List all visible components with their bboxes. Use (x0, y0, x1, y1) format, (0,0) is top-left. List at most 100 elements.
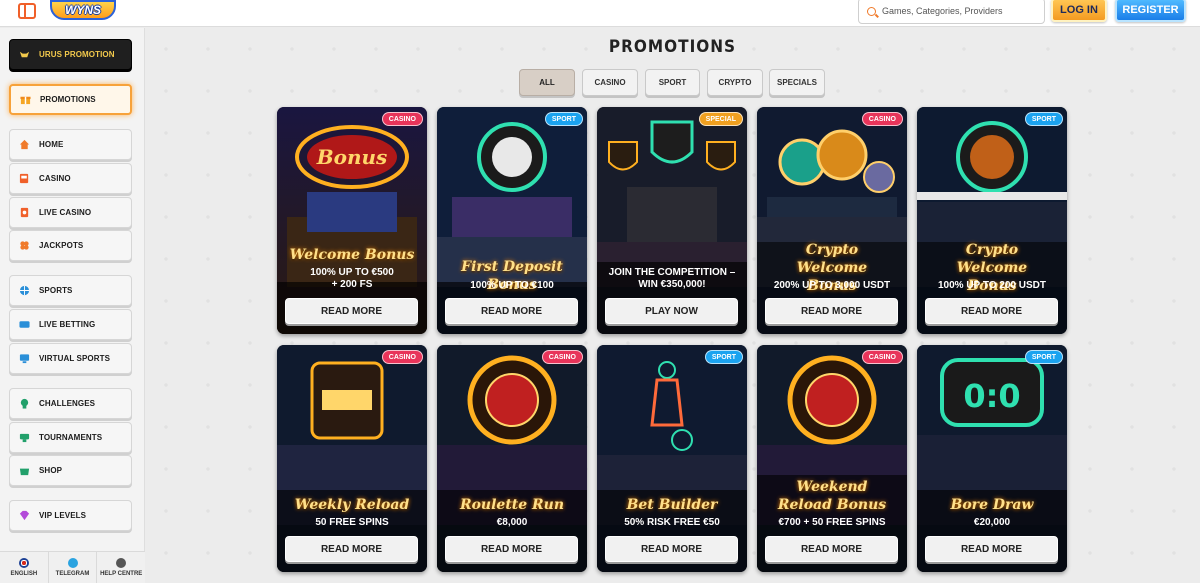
sidebar: URUS PROMOTION PROMOTIONS HOME CASINO LI… (0, 28, 145, 583)
telegram-button[interactable]: TELEGRAM (49, 552, 98, 583)
read-more-button[interactable]: READ MORE (445, 536, 578, 562)
sidebar-item-home[interactable]: HOME (9, 129, 132, 160)
logo-text: WYNS (65, 3, 101, 17)
card-subtitle: €8,000 (496, 517, 528, 528)
sidebar-item-label: CASINO (39, 174, 71, 183)
sidebar-item-promotions[interactable]: PROMOTIONS (9, 84, 132, 115)
card-subtitle: €20,000 (973, 517, 1011, 528)
promo-card: CASINO Weekend Reload Bonus €700 + 50 FR… (757, 345, 907, 572)
help-icon (116, 558, 127, 568)
read-more-button[interactable]: READ MORE (285, 536, 418, 562)
trophy-icon (19, 433, 30, 443)
play-now-button[interactable]: PLAY NOW (605, 298, 738, 324)
card-subtitle: €700 + 50 FREE SPINS (778, 517, 886, 528)
card-subtitle: 100% UP TO €100 (470, 280, 554, 291)
logo[interactable]: WYNS (50, 0, 116, 20)
sidebar-item-label: SPORTS (39, 286, 73, 295)
promo-card: SPECIAL JOIN THE COMPETITION – WIN €350,… (597, 107, 747, 334)
filter-specials[interactable]: SPECIALS (769, 69, 825, 96)
promo-card: CASINO Crypto Welcome Bonus 200% UP TO 3… (757, 107, 907, 334)
sidebar-item-label: VIRTUAL SPORTS (39, 354, 111, 363)
bull-icon (19, 51, 30, 58)
card-subtitle: 50% RISK FREE €50 (624, 517, 720, 528)
category-badge: CASINO (861, 350, 903, 364)
slot-machine-icon (19, 173, 29, 184)
sidebar-item-label: JACKPOTS (39, 241, 84, 250)
page-title: PROMOTIONS (608, 37, 737, 57)
promo-card: 0:0 SPORT Bore Draw €20,000 READ MORE (917, 345, 1067, 572)
card-title: Weekend Reload Bonus (777, 479, 887, 513)
svg-text:Bonus: Bonus (316, 145, 388, 169)
search-box[interactable] (858, 0, 1045, 24)
filter-all[interactable]: ALL (519, 69, 575, 96)
read-more-button[interactable]: READ MORE (445, 298, 578, 324)
sidebar-item-vip-levels[interactable]: VIP LEVELS (9, 500, 132, 531)
category-badge: CASINO (861, 112, 903, 126)
diamond-icon (19, 510, 30, 521)
sidebar-item-urus-promotion[interactable]: URUS PROMOTION (9, 39, 132, 70)
sidebar-item-jackpots[interactable]: JACKPOTS (9, 230, 132, 261)
sidebar-item-label: HOME (39, 140, 64, 149)
promo-card: CASINO Roulette Run €8,000 READ MORE (437, 345, 587, 572)
help-centre-label: HELP CENTRE (100, 571, 143, 577)
filter-sport[interactable]: SPORT (645, 69, 700, 96)
sidebar-toggle-icon[interactable] (18, 3, 36, 19)
sidebar-item-label: URUS PROMOTION (39, 50, 115, 59)
search-icon (867, 6, 876, 16)
sidebar-item-label: LIVE BETTING (39, 320, 96, 329)
category-badge: SPORT (1024, 350, 1063, 364)
login-button[interactable]: LOG IN (1051, 0, 1107, 22)
sidebar-item-casino[interactable]: CASINO (9, 163, 132, 194)
sidebar-item-label: SHOP (39, 466, 63, 475)
card-subtitle: 200% UP TO 3,000 USDT (773, 280, 891, 291)
card-title: Roulette Run (459, 497, 565, 513)
language-button[interactable]: ENGLISH (0, 552, 49, 583)
register-button[interactable]: REGISTER (1115, 0, 1186, 22)
card-subtitle: 50 FREE SPINS (315, 517, 389, 528)
read-more-button[interactable]: READ MORE (925, 298, 1058, 324)
language-label: ENGLISH (10, 571, 38, 577)
ball-icon (19, 285, 30, 296)
sidebar-item-virtual-sports[interactable]: VIRTUAL SPORTS (9, 343, 132, 374)
card-icon (20, 207, 29, 218)
read-more-button[interactable]: READ MORE (925, 536, 1058, 562)
home-icon (19, 139, 30, 150)
category-badge: CASINO (381, 350, 423, 364)
read-more-button[interactable]: READ MORE (605, 536, 738, 562)
clover-icon (20, 241, 29, 250)
sidebar-item-challenges[interactable]: CHALLENGES (9, 388, 132, 419)
telegram-label: TELEGRAM (55, 571, 90, 577)
uk-flag-icon (18, 558, 29, 568)
medal-icon (20, 398, 29, 409)
card-title: Weekly Reload (294, 497, 410, 513)
card-title: Welcome Bonus (289, 247, 415, 263)
filter-casino[interactable]: CASINO (582, 69, 638, 96)
sidebar-item-shop[interactable]: SHOP (9, 455, 132, 486)
sidebar-item-live-casino[interactable]: LIVE CASINO (9, 197, 132, 228)
card-title: Bore Draw (950, 497, 1034, 513)
promo-card: SPORT Crypto Welcome Bonus 100% UP TO 20… (917, 107, 1067, 334)
basket-icon (19, 468, 30, 476)
sidebar-item-live-betting[interactable]: LIVE BETTING (9, 309, 132, 340)
read-more-button[interactable]: READ MORE (285, 298, 418, 324)
category-badge: SPORT (1024, 112, 1063, 126)
svg-text:0:0: 0:0 (963, 377, 1020, 415)
sidebar-item-sports[interactable]: SPORTS (9, 275, 132, 306)
category-badge: CASINO (541, 350, 583, 364)
read-more-button[interactable]: READ MORE (765, 298, 898, 324)
promo-card: SPORT Bet Builder 50% RISK FREE €50 READ… (597, 345, 747, 572)
card-subtitle: JOIN THE COMPETITION – WIN €350,000! (608, 267, 736, 290)
sidebar-item-label: TOURNAMENTS (39, 433, 103, 442)
gift-icon (20, 96, 31, 105)
help-centre-button[interactable]: HELP CENTRE (97, 552, 145, 583)
promo-card: CASINO Weekly Reload 50 FREE SPINS READ … (277, 345, 427, 572)
sidebar-item-label: VIP LEVELS (39, 511, 87, 520)
telegram-icon (67, 558, 78, 568)
filter-crypto[interactable]: CRYPTO (707, 69, 763, 96)
sidebar-item-tournaments[interactable]: TOURNAMENTS (9, 422, 132, 453)
search-input[interactable] (882, 6, 1042, 16)
top-bar: WYNS LOG IN REGISTER (0, 0, 1200, 27)
category-badge: SPECIAL (698, 112, 743, 126)
category-badge: SPORT (704, 350, 743, 364)
read-more-button[interactable]: READ MORE (765, 536, 898, 562)
